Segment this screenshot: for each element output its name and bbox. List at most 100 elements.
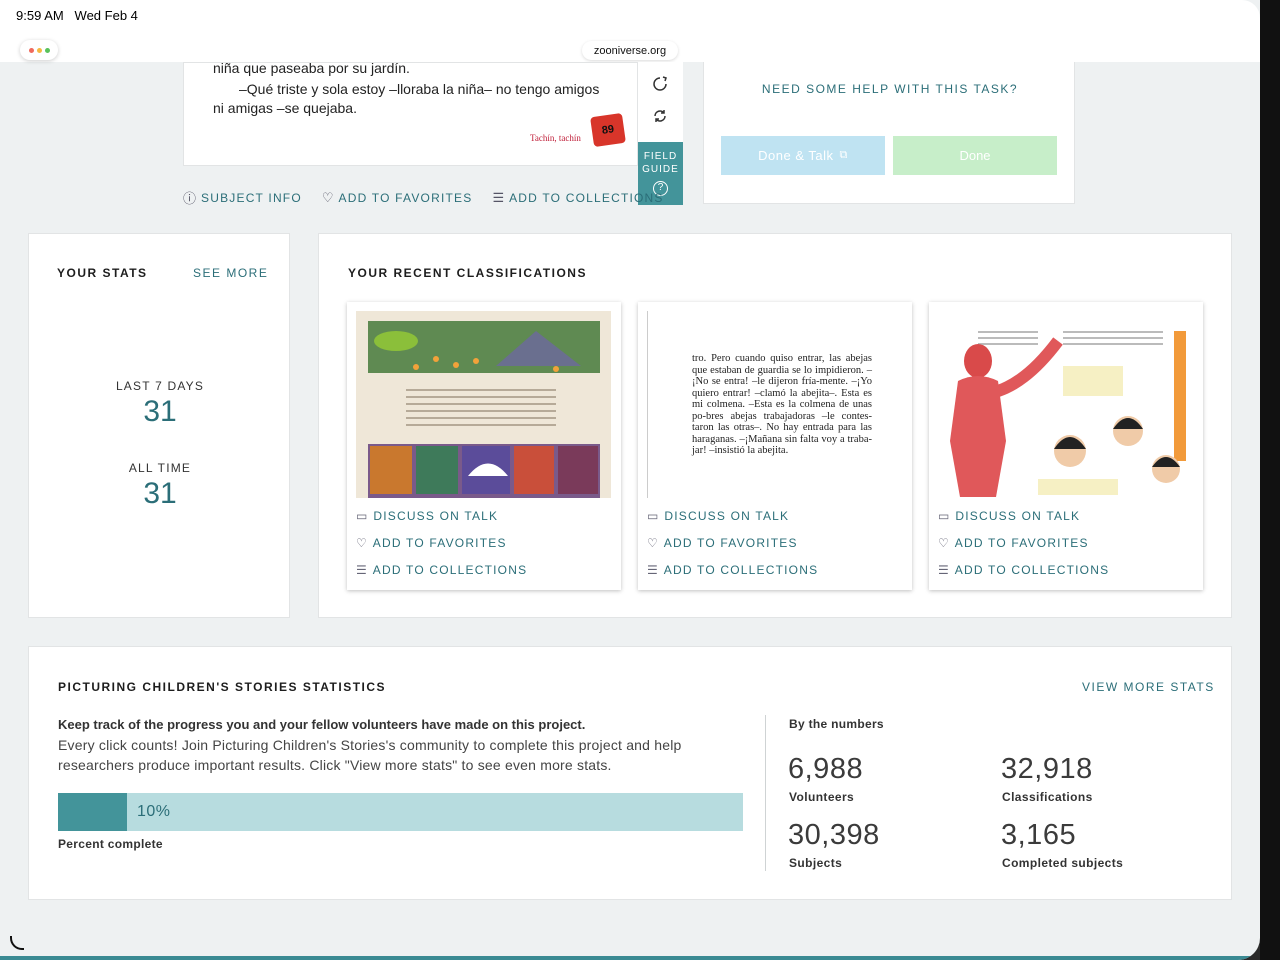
rotate-icon[interactable] [650, 74, 670, 94]
status-time-date: 9:59 AM Wed Feb 4 [16, 8, 138, 23]
see-more-link[interactable]: SEE MORE [193, 266, 268, 280]
thumb-image-1[interactable] [356, 311, 611, 498]
thumb-2-favorites-link[interactable]: ♡ ADD TO FAVORITES [647, 536, 798, 550]
story-caption: Tachín, tachín [530, 133, 581, 143]
subject-info-label: SUBJECT INFO [201, 190, 302, 205]
task-panel: NEED SOME HELP WITH THIS TASK? Done & Ta… [703, 62, 1075, 204]
dot-yellow [36, 47, 42, 53]
project-stats-lead: Keep track of the progress you and your … [58, 717, 586, 732]
progress-percent-label: 10% [137, 803, 171, 820]
heart-icon: ♡ [938, 536, 949, 550]
favorites-label: ADD TO FAVORITES [372, 536, 507, 550]
status-date: Wed Feb 4 [74, 8, 138, 23]
completed-subjects-label: Completed subjects [1002, 856, 1124, 870]
discuss-label: DISCUSS ON TALK [664, 509, 790, 523]
thumb-2-discuss-link[interactable]: ▭ DISCUSS ON TALK [647, 509, 789, 523]
list-icon: ☰ [356, 563, 367, 577]
stats-divider [765, 715, 766, 871]
comment-icon: ▭ [356, 509, 368, 523]
all-time-value: 31 [143, 477, 177, 510]
heart-icon: ♡ [647, 536, 658, 550]
thumb-3-favorites-link[interactable]: ♡ ADD TO FAVORITES [938, 536, 1089, 550]
recent-thumb-2: tro. Pero cuando quiso entrar, las abeja… [638, 302, 912, 590]
classifications-value: 32,918 [1001, 753, 1093, 785]
done-talk-label: Done & Talk [758, 148, 834, 163]
thumb-image-2[interactable]: tro. Pero cuando quiso entrar, las abeja… [647, 311, 902, 498]
subject-actions: ⓘ SUBJECT INFO ♡ ADD TO FAVORITES ☰ ADD … [183, 188, 664, 207]
corner-cursor-icon [10, 936, 24, 950]
thumb-2-text: tro. Pero cuando quiso entrar, las abeja… [692, 353, 872, 456]
collections-label: ADD TO COLLECTIONS [663, 563, 819, 577]
recent-thumb-1: ▭ DISCUSS ON TALK ♡ ADD TO FAVORITES ☰ ADD … [347, 302, 621, 590]
page-number-puzzle-icon: 89 [590, 112, 626, 148]
status-time: 9:59 AM [16, 8, 64, 23]
bottom-accent-strip [0, 956, 1260, 960]
favorites-label: ADD TO FAVORITES [663, 536, 798, 550]
heart-icon: ♡ [356, 536, 367, 550]
field-guide-label-2: GUIDE [642, 164, 679, 175]
thumb-2-collections-link[interactable]: ☰ ADD TO COLLECTIONS [647, 563, 818, 577]
multitask-dots-icon[interactable] [20, 40, 58, 60]
recent-thumb-3: ▭ DISCUSS ON TALK ♡ ADD TO FAVORITES ☰ ADD … [929, 302, 1203, 590]
subjects-value: 30,398 [788, 819, 880, 851]
last-7-days-value: 31 [143, 395, 177, 428]
thumb-1-collections-link[interactable]: ☰ ADD TO COLLECTIONS [356, 563, 527, 577]
dot-green [44, 47, 50, 53]
story-line-3: ni amigas –se quejaba. [213, 100, 357, 116]
completed-subjects-value: 3,165 [1001, 819, 1077, 851]
heart-icon: ♡ [321, 189, 334, 205]
collections-label: ADD TO COLLECTIONS [954, 563, 1110, 577]
add-to-collections-link[interactable]: ☰ ADD TO COLLECTIONS [492, 188, 663, 207]
discuss-label: DISCUSS ON TALK [955, 509, 1081, 523]
progress-fill [58, 793, 127, 831]
progress-bar: 10% [58, 793, 743, 831]
percent-complete-caption: Percent complete [58, 837, 163, 851]
comment-icon: ▭ [647, 509, 659, 523]
subject-image[interactable]: niña que paseaba por su jardín. –Qué tri… [183, 62, 638, 166]
your-stats-card: YOUR STATS SEE MORE LAST 7 DAYS 31 ALL T… [28, 233, 290, 618]
classifications-label: Classifications [1002, 790, 1093, 804]
your-stats-title: YOUR STATS [57, 266, 148, 280]
thumb-image-3[interactable] [938, 311, 1193, 498]
url-pill[interactable]: zooniverse.org [582, 41, 678, 60]
recent-classifications-card: YOUR RECENT CLASSIFICATIONS ▭ DISCUSS ON… [318, 233, 1232, 618]
subject-info-link[interactable]: ⓘ SUBJECT INFO [183, 188, 302, 207]
thumb-3-collections-link[interactable]: ☰ ADD TO COLLECTIONS [938, 563, 1109, 577]
thumb-1-favorites-link[interactable]: ♡ ADD TO FAVORITES [356, 536, 507, 550]
status-bar: 9:59 AM Wed Feb 4 zooniverse.org [0, 0, 1260, 62]
favorites-label: ADD TO FAVORITES [954, 536, 1089, 550]
volunteers-value: 6,988 [788, 753, 864, 785]
story-line-2: –Qué triste y sola estoy –lloraba la niñ… [239, 81, 600, 97]
recent-classifications-title: YOUR RECENT CLASSIFICATIONS [348, 266, 587, 280]
done-button[interactable]: Done [893, 136, 1057, 175]
thumb-3-discuss-link[interactable]: ▭ DISCUSS ON TALK [938, 509, 1080, 523]
ipad-screen: 9:59 AM Wed Feb 4 zooniverse.org niña qu… [0, 0, 1260, 960]
favorites-label: ADD TO FAVORITES [338, 190, 473, 205]
volunteers-label: Volunteers [789, 790, 855, 804]
add-to-favorites-link[interactable]: ♡ ADD TO FAVORITES [322, 188, 473, 207]
by-the-numbers-heading: By the numbers [789, 717, 884, 731]
reset-icon[interactable] [650, 106, 670, 126]
field-guide-label-1: FIELD [643, 151, 678, 162]
device-bezel [1260, 0, 1280, 960]
all-time-label: ALL TIME [128, 461, 192, 475]
project-stats-description: Every click counts! Join Picturing Child… [58, 737, 682, 773]
list-icon: ☰ [647, 563, 658, 577]
image-tools [638, 62, 683, 142]
discuss-label: DISCUSS ON TALK [373, 509, 499, 523]
story-line-1: niña que paseaba por su jardín. [213, 62, 410, 76]
list-icon: ☰ [492, 189, 505, 205]
thumb-1-discuss-link[interactable]: ▭ DISCUSS ON TALK [356, 509, 498, 523]
collections-label: ADD TO COLLECTIONS [509, 190, 664, 205]
dot-red [28, 47, 34, 53]
project-stats-title: PICTURING CHILDREN'S STORIES STATISTICS [58, 680, 387, 694]
subjects-label: Subjects [789, 856, 843, 870]
view-more-stats-link[interactable]: VIEW MORE STATS [1082, 680, 1215, 694]
info-icon: ⓘ [183, 191, 197, 206]
last-7-days-label: LAST 7 DAYS [115, 379, 205, 393]
task-help-link[interactable]: NEED SOME HELP WITH THIS TASK? [704, 82, 1076, 96]
collections-label: ADD TO COLLECTIONS [372, 563, 528, 577]
project-statistics-card: PICTURING CHILDREN'S STORIES STATISTICS … [28, 646, 1232, 900]
done-and-talk-button[interactable]: Done & Talk ⧉ [721, 136, 885, 175]
list-icon: ☰ [938, 563, 949, 577]
